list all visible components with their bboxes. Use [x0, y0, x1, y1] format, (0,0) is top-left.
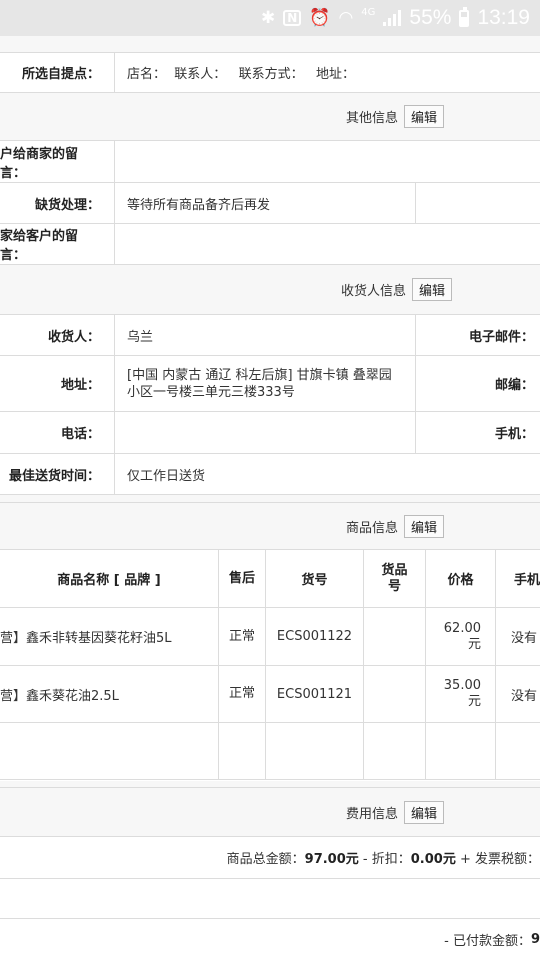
other-info-row: 缺货处理： 等待所有商品备齐后再发	[0, 182, 540, 223]
battery-icon	[459, 6, 470, 27]
top-gap	[0, 36, 540, 52]
goods-after-sale: 正常	[219, 608, 266, 665]
network-type: 4G	[361, 6, 376, 18]
other-info-header: 其他信息 编辑	[0, 92, 540, 140]
table-row: 营】鑫禾葵花油2.5L 正常 ECS001121 35.00元 没有	[0, 665, 540, 722]
nfc-icon: N	[283, 10, 302, 26]
empty-cell	[364, 723, 426, 779]
fees-header: 费用信息 编辑	[0, 787, 540, 836]
paid-row: - 已付款金额： 9	[0, 918, 540, 960]
customer-message-label: 户给商家的留言：	[0, 146, 79, 181]
pickup-row: 所选自提点： 店名： 联系人： 联系方式： 地址：	[0, 52, 540, 92]
paid-value: 9	[530, 932, 540, 947]
goods-edit-button[interactable]: 编辑	[403, 514, 444, 538]
goods-sn: ECS001122	[266, 608, 364, 665]
goods-price: 62.00元	[426, 608, 496, 665]
goods-sn: ECS001121	[266, 666, 364, 722]
address-value: [中国 内蒙古 通辽 科左后旗] 甘旗卡镇 叠翠园小区一号楼三单元三楼333号	[114, 356, 415, 411]
discount-label: - 折扣：	[358, 852, 411, 867]
other-info-edit-button[interactable]: 编辑	[403, 105, 444, 128]
fees-title: 费用信息	[345, 806, 398, 822]
stockout-value: 等待所有商品备齐后再发	[114, 183, 415, 223]
goods-phone: 没有	[511, 688, 538, 704]
pickup-value: 店名： 联系人： 联系方式： 地址：	[114, 53, 540, 92]
status-bar: ✱ N ⏰ ◠ 4G 55% 13:19	[0, 0, 540, 36]
consignee-name-value: 乌兰	[114, 315, 415, 355]
empty-cell	[496, 723, 540, 779]
table-row: 营】鑫禾非转基因葵花籽油5L 正常 ECS001122 62.00元 没有	[0, 607, 540, 665]
consignee-edit-button[interactable]: 编辑	[411, 278, 452, 301]
alarm-icon: ⏰	[309, 7, 331, 28]
goods-header: 商品信息 编辑	[0, 502, 540, 549]
empty-cell	[219, 723, 266, 779]
empty-cell	[266, 723, 364, 779]
email-label: 电子邮件：	[415, 315, 540, 355]
consignee-name-label: 收货人：	[47, 329, 100, 345]
goods-after-sale: 正常	[219, 666, 266, 722]
mobile-label: 手机：	[415, 412, 540, 453]
fees-edit-button[interactable]: 编辑	[403, 800, 444, 824]
stockout-empty-cell	[415, 183, 540, 223]
fees-summary-row: 商品总金额： 97.00元 - 折扣： 0.00元 + 发票税额：	[0, 836, 540, 878]
col-goods-no-header: 货品号	[364, 550, 426, 607]
phone-label: 电话：	[60, 427, 100, 442]
goods-title: 商品信息	[345, 520, 398, 536]
best-time-label: 最佳送货时间：	[8, 468, 100, 484]
goods-table-header: 商品名称 [ 品牌 ] 售后 货号 货品号 价格 手机	[0, 549, 540, 607]
section-gap	[0, 494, 540, 502]
other-info-row: 家给客户的留言：	[0, 223, 540, 264]
empty-cell	[0, 723, 219, 779]
col-after-sale-header: 售后	[219, 550, 266, 607]
goods-name[interactable]: 营】鑫禾葵花油2.5L	[0, 666, 219, 722]
discount-value: 0.00元	[410, 852, 456, 867]
zip-label: 邮编：	[415, 356, 540, 411]
col-name-header: 商品名称 [ 品牌 ]	[0, 550, 219, 607]
merchant-message-value	[114, 224, 540, 264]
goods-no	[364, 666, 426, 722]
status-time: 13:19	[477, 6, 530, 29]
table-row-empty	[0, 722, 540, 780]
goods-phone: 没有	[511, 631, 538, 646]
goods-name[interactable]: 营】鑫禾非转基因葵花籽油5L	[0, 608, 219, 665]
goods-total-value: 97.00元	[304, 852, 359, 867]
merchant-message-label: 家给客户的留言：	[0, 229, 79, 263]
consignee-title: 收货人信息	[340, 284, 406, 299]
empty-cell	[426, 723, 496, 779]
address-label: 地址：	[60, 378, 100, 393]
col-price-header: 价格	[426, 550, 496, 607]
col-sn-header: 货号	[266, 550, 364, 607]
goods-price: 35.00元	[426, 666, 496, 722]
signal-icon	[383, 10, 402, 26]
customer-message-value	[114, 141, 540, 182]
best-time-row: 最佳送货时间： 仅工作日送货	[0, 453, 540, 494]
pickup-label: 所选自提点：	[21, 67, 100, 82]
consignee-address-row: 地址： [中国 内蒙古 通辽 科左后旗] 甘旗卡镇 叠翠园小区一号楼三单元三楼3…	[0, 355, 540, 411]
wifi-icon: ◠	[338, 7, 354, 28]
stockout-label: 缺货处理：	[34, 197, 100, 213]
consignee-header: 收货人信息 编辑	[0, 264, 540, 314]
consignee-name-row: 收货人： 乌兰 电子邮件：	[0, 314, 540, 355]
goods-no	[364, 608, 426, 665]
best-time-value: 仅工作日送货	[114, 454, 540, 494]
other-info-title: 其他信息	[345, 111, 398, 126]
col-phone-header: 手机	[514, 573, 540, 588]
tax-label: + 发票税额：	[455, 852, 540, 867]
phone-value	[114, 412, 415, 453]
fees-empty-row	[0, 878, 540, 918]
bluetooth-icon: ✱	[260, 7, 276, 28]
paid-label: - 已付款金额：	[444, 934, 531, 949]
other-info-row: 户给商家的留言：	[0, 140, 540, 182]
goods-total-label: 商品总金额：	[226, 852, 305, 867]
consignee-phone-row: 电话： 手机：	[0, 411, 540, 453]
battery-percent: 55%	[409, 6, 452, 29]
